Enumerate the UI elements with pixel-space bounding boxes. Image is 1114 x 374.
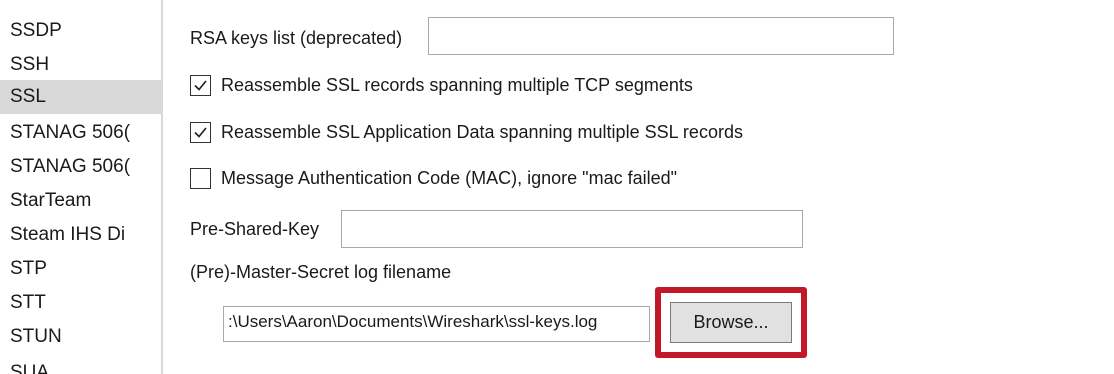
psk-label: Pre-Shared-Key — [190, 219, 320, 239]
browse-button[interactable]: Browse... — [670, 302, 792, 343]
checkbox-checked-icon[interactable] — [190, 74, 211, 96]
option-reassemble-tcp[interactable]: Reassemble SSL records spanning multiple… — [190, 70, 693, 100]
protocol-item-starteam[interactable]: StarTeam — [0, 184, 161, 218]
option-label: Message Authentication Code (MAC), ignor… — [221, 167, 678, 188]
master-secret-filename-input[interactable]: :\Users\Aaron\Documents\Wireshark\ssl-ke… — [223, 306, 650, 342]
option-label: Reassemble SSL records spanning multiple… — [221, 74, 693, 95]
psk-input[interactable] — [341, 210, 803, 248]
rsa-keys-label: RSA keys list (deprecated) — [190, 28, 403, 48]
protocol-item-stanag-1[interactable]: STANAG 506( — [0, 116, 161, 150]
protocol-item-ssh[interactable]: SSH — [0, 48, 161, 82]
option-ignore-mac[interactable]: Message Authentication Code (MAC), ignor… — [190, 163, 677, 193]
option-label: Reassemble SSL Application Data spanning… — [221, 121, 743, 142]
ssl-preferences-panel: RSA keys list (deprecated) Reassemble SS… — [163, 0, 1114, 374]
protocol-item-sua[interactable]: SUA — [0, 356, 161, 374]
protocol-item-ssdp[interactable]: SSDP — [0, 14, 161, 48]
protocol-list[interactable]: SSDP SSH SSL STANAG 506( STANAG 506( Sta… — [0, 0, 161, 374]
master-secret-label: (Pre)-Master-Secret log filename — [190, 262, 452, 282]
option-reassemble-app-data[interactable]: Reassemble SSL Application Data spanning… — [190, 117, 743, 147]
checkbox-checked-icon[interactable] — [190, 121, 211, 143]
protocol-item-stun[interactable]: STUN — [0, 320, 161, 354]
protocol-item-ssl[interactable]: SSL — [0, 80, 161, 114]
protocol-item-stp[interactable]: STP — [0, 252, 161, 286]
protocol-item-steam-ihs[interactable]: Steam IHS Di — [0, 218, 161, 252]
protocol-item-stt[interactable]: STT — [0, 286, 161, 320]
rsa-keys-input[interactable] — [428, 17, 894, 55]
protocol-item-stanag-2[interactable]: STANAG 506( — [0, 150, 161, 184]
checkbox-unchecked-icon[interactable] — [190, 167, 211, 189]
